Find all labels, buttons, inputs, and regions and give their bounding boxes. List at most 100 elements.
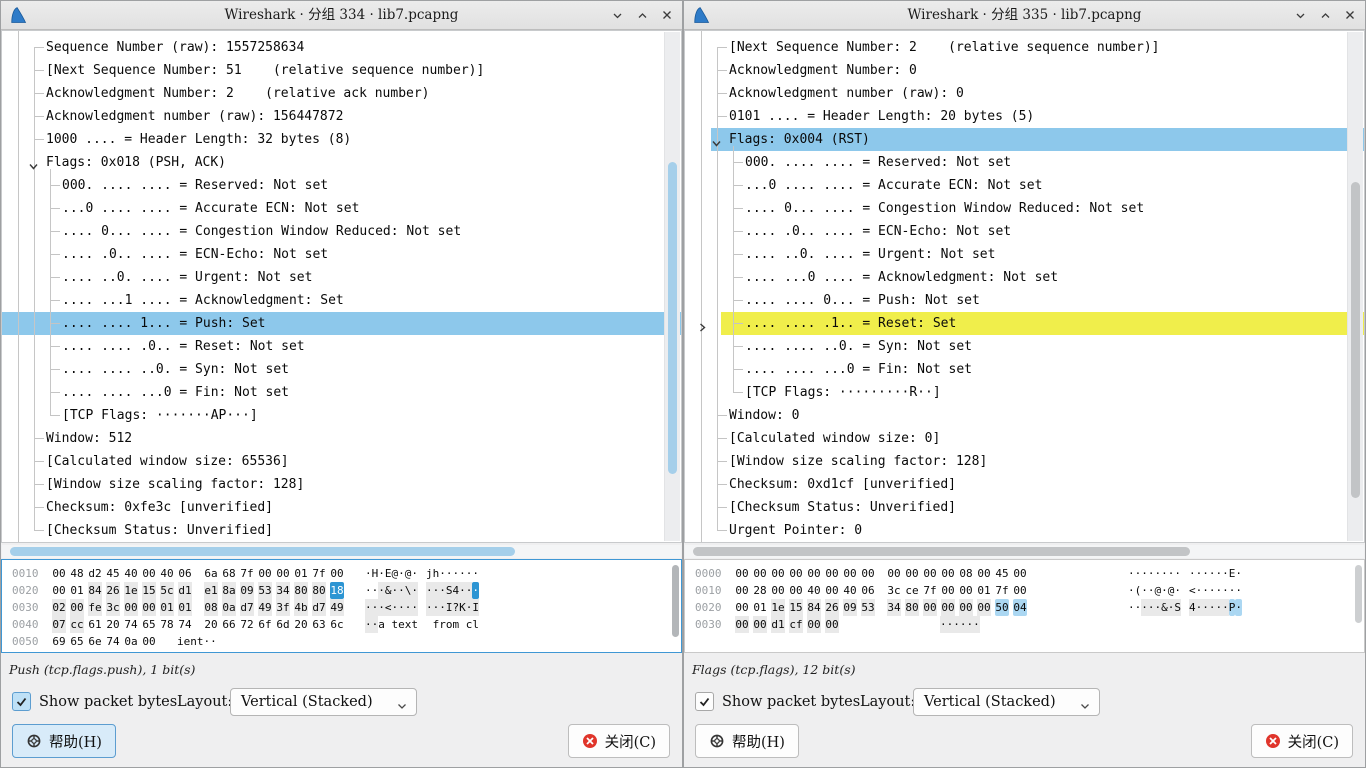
ascii-char[interactable]: · (472, 582, 479, 599)
ascii-char[interactable]: · (1161, 582, 1168, 599)
hex-byte[interactable]: 26 (825, 599, 839, 616)
ascii-char[interactable]: 4 (1189, 599, 1196, 616)
hex-byte[interactable]: 00 (276, 565, 290, 582)
ascii-char[interactable]: < (385, 599, 392, 616)
hex-byte[interactable]: 20 (106, 616, 120, 633)
hex-byte[interactable]: cc (70, 616, 84, 633)
ascii-char[interactable]: K (459, 599, 466, 616)
ascii-char[interactable]: · (1216, 599, 1223, 616)
hex-byte[interactable]: 09 (843, 599, 857, 616)
tree-row[interactable]: [Checksum Status: Unverified] (2, 519, 681, 542)
tree-row[interactable]: [TCP Flags: ·······AP···] (2, 404, 681, 427)
hex-byte[interactable]: 48 (70, 565, 84, 582)
help-button[interactable]: 帮助(H) (695, 724, 799, 758)
hex-byte[interactable]: 5c (160, 582, 174, 599)
tree-vertical-scrollbar[interactable] (1347, 32, 1363, 541)
hex-byte[interactable]: 00 (861, 565, 875, 582)
tree-row[interactable]: Flags: 0x018 (PSH, ACK) (2, 151, 681, 174)
hex-byte[interactable]: 78 (160, 616, 174, 633)
ascii-char[interactable]: t (411, 616, 418, 633)
ascii-char[interactable]: · (405, 599, 412, 616)
tree-row[interactable]: .... ...0 .... = Acknowledgment: Not set (685, 266, 1364, 289)
hex-byte[interactable]: 00 (807, 565, 821, 582)
close-button[interactable]: 关闭(C) (1251, 724, 1353, 758)
hex-byte[interactable]: 00 (258, 565, 272, 582)
hex-byte[interactable]: 40 (807, 582, 821, 599)
ascii-char[interactable]: · (973, 616, 980, 633)
tree-row[interactable]: [Calculated window size: 0] (685, 427, 1364, 450)
hex-byte[interactable]: 80 (312, 582, 326, 599)
ascii-char[interactable]: < (1189, 582, 1196, 599)
hex-byte[interactable]: 00 (941, 599, 955, 616)
tree-row[interactable]: 1000 .... = Header Length: 32 bytes (8) (2, 128, 681, 151)
ascii-char[interactable]: · (1155, 599, 1162, 616)
hex-byte[interactable]: 6c (330, 616, 344, 633)
tree-vertical-scrollbar[interactable] (664, 32, 680, 541)
ascii-char[interactable]: · (446, 565, 453, 582)
ascii-char[interactable]: · (960, 616, 967, 633)
ascii-char[interactable]: · (1216, 582, 1223, 599)
ascii-char[interactable]: · (1222, 565, 1229, 582)
ascii-char[interactable]: · (1128, 599, 1135, 616)
hex-byte[interactable]: 66 (222, 616, 236, 633)
ascii-char[interactable]: e (398, 616, 405, 633)
ascii-char[interactable]: h (433, 565, 440, 582)
hex-byte[interactable]: 00 (771, 565, 785, 582)
ascii-char[interactable]: @ (1168, 582, 1175, 599)
ascii-char[interactable]: · (1222, 582, 1229, 599)
hex-byte[interactable]: 00 (923, 599, 937, 616)
chevron-down-icon[interactable] (610, 8, 624, 22)
hex-scrollbar-thumb[interactable] (672, 565, 679, 637)
ascii-char[interactable]: · (967, 616, 974, 633)
ascii-char[interactable]: · (398, 599, 405, 616)
ascii-char[interactable]: @ (392, 565, 399, 582)
tree-horizontal-scrollbar[interactable] (2, 545, 681, 558)
hex-byte[interactable]: 7f (240, 565, 254, 582)
hex-byte[interactable]: d7 (312, 599, 326, 616)
scrollbar-thumb[interactable] (10, 547, 515, 556)
tree-row[interactable]: 0101 .... = Header Length: 20 bytes (5) (685, 105, 1364, 128)
tree-row[interactable]: .... .0.. .... = ECN-Echo: Not set (685, 220, 1364, 243)
ascii-char[interactable]: S (446, 582, 453, 599)
tree-row[interactable]: Acknowledgment Number: 2 (relative ack n… (2, 82, 681, 105)
hex-byte[interactable]: 01 (753, 599, 767, 616)
ascii-char[interactable]: I (472, 599, 479, 616)
hex-byte[interactable]: 00 (923, 565, 937, 582)
ascii-char[interactable]: · (1196, 599, 1203, 616)
hex-byte[interactable]: 01 (178, 599, 192, 616)
hex-byte[interactable]: 69 (52, 633, 66, 650)
ascii-char[interactable]: · (365, 599, 372, 616)
ascii-char[interactable]: · (1235, 582, 1242, 599)
hex-byte[interactable]: 50 (995, 599, 1009, 616)
hex-byte[interactable]: 40 (124, 565, 138, 582)
ascii-char[interactable]: & (385, 582, 392, 599)
hex-byte[interactable]: 1e (124, 582, 138, 599)
tree-row[interactable]: Urgent Pointer: 0 (685, 519, 1364, 542)
ascii-char[interactable]: · (439, 565, 446, 582)
ascii-char[interactable]: I (446, 599, 453, 616)
help-button[interactable]: 帮助(H) (12, 724, 116, 758)
hex-byte[interactable]: 00 (142, 633, 156, 650)
packet-detail-tree[interactable]: [Next Sequence Number: 2 (relative seque… (684, 30, 1365, 543)
ascii-char[interactable]: r (439, 616, 446, 633)
hex-byte[interactable]: 0a (222, 599, 236, 616)
hex-byte[interactable]: 08 (959, 565, 973, 582)
ascii-char[interactable]: · (947, 616, 954, 633)
ascii-char[interactable]: · (453, 565, 460, 582)
hex-byte[interactable]: 53 (861, 599, 875, 616)
hex-byte[interactable]: 80 (294, 582, 308, 599)
hex-byte[interactable]: d1 (771, 616, 785, 633)
scrollbar-thumb[interactable] (668, 162, 677, 474)
hex-byte[interactable]: 84 (807, 599, 821, 616)
ascii-char[interactable]: · (398, 565, 405, 582)
tree-row[interactable]: [TCP Flags: ·········R··] (685, 381, 1364, 404)
ascii-char[interactable]: · (1168, 599, 1175, 616)
ascii-char[interactable]: · (472, 565, 479, 582)
ascii-char[interactable]: · (398, 582, 405, 599)
tree-row[interactable]: Window: 0 (685, 404, 1364, 427)
chevron-down-icon[interactable] (1293, 8, 1307, 22)
ascii-char[interactable]: · (1235, 565, 1242, 582)
hex-byte[interactable]: 00 (1013, 582, 1027, 599)
ascii-char[interactable]: · (1174, 582, 1181, 599)
tree-row[interactable]: [Next Sequence Number: 51 (relative sequ… (2, 59, 681, 82)
